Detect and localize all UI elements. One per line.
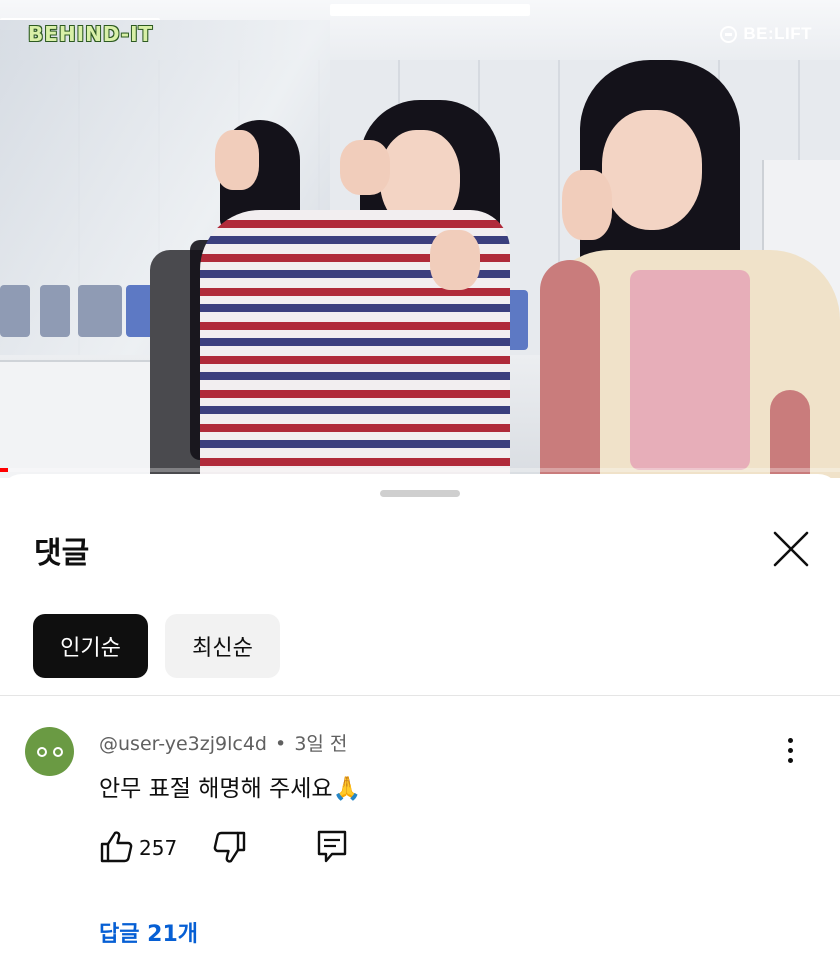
sort-tab-newest[interactable]: 최신순 — [165, 614, 280, 678]
channel-logo-right: BE:LIFT — [720, 24, 812, 44]
reply-button[interactable] — [316, 829, 348, 865]
reply-icon — [317, 830, 347, 863]
video-progress-fill — [0, 468, 9, 472]
avatar[interactable] — [25, 727, 74, 776]
person-right — [540, 60, 840, 478]
avatar-eye — [36, 746, 47, 757]
sort-tab-top[interactable]: 인기순 — [33, 614, 148, 678]
more-vert-icon[interactable] — [775, 732, 805, 768]
belift-logo-icon — [720, 25, 738, 43]
person-center — [200, 100, 520, 478]
ceiling-light — [330, 4, 530, 16]
comments-sheet: 댓글 인기순 최신순 @user-ye3zj9lc4d • 3일 전 안무 표절… — [0, 474, 840, 975]
video-table — [0, 360, 175, 478]
meta-separator: • — [275, 733, 287, 755]
chair — [40, 285, 70, 337]
divider — [0, 695, 840, 696]
view-replies-link[interactable]: 답글 21개 — [99, 916, 198, 948]
dislike-button[interactable] — [213, 829, 247, 865]
channel-logo-right-label: BE:LIFT — [743, 24, 812, 43]
comments-title: 댓글 — [34, 536, 90, 571]
like-count: 257 — [139, 836, 178, 860]
chair — [0, 285, 30, 337]
comment-author[interactable]: @user-ye3zj9lc4d — [99, 733, 267, 755]
thumb-up-icon — [100, 831, 133, 863]
chair — [78, 285, 122, 337]
comment-text: 안무 표절 해명해 주세요🙏 — [99, 776, 362, 802]
channel-logo-left: BEHIND-IT — [28, 22, 154, 46]
avatar-eye — [52, 746, 63, 757]
video-progress-bar[interactable] — [0, 468, 840, 472]
video-player[interactable]: BEHIND-IT BE:LIFT — [0, 0, 840, 478]
thumb-down-icon — [213, 831, 246, 863]
close-icon — [773, 531, 809, 567]
close-button[interactable] — [768, 526, 814, 572]
sheet-drag-handle[interactable] — [380, 490, 460, 497]
comment-meta: @user-ye3zj9lc4d • 3일 전 — [99, 729, 347, 756]
comment-time: 3일 전 — [294, 733, 348, 755]
like-button[interactable] — [99, 829, 133, 865]
